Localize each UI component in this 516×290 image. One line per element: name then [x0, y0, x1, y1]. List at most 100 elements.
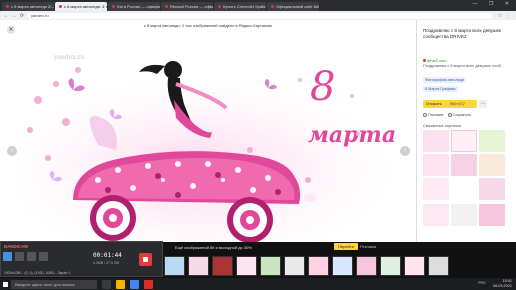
similar-button[interactable]: Похожие — [423, 113, 444, 117]
strip-thumbnail[interactable] — [236, 256, 257, 276]
tab-favicon-icon — [271, 5, 274, 9]
game-mode-icon[interactable] — [27, 252, 36, 261]
strip-thumbnail[interactable] — [428, 256, 449, 276]
browser-tab-strip: с 8 марта автоледи 2 — Я✕с 8 марта автол… — [0, 0, 516, 11]
tab-close-icon[interactable]: ✕ — [314, 2, 317, 11]
related-thumb[interactable] — [479, 204, 505, 226]
language-indicator[interactable]: РУС — [478, 281, 486, 285]
recording-region: 1920x1080 - (0, 0), (1920, 1080) - Экран… — [4, 271, 71, 275]
image-info-panel: Поздравляю с 8 марта всех девушек сообще… — [416, 20, 516, 242]
browser-tab[interactable]: с 8 марта автоледи 2 — Я✕ — [2, 2, 54, 11]
tab-label: с 8 марта автоледи: 2 т — [64, 4, 107, 9]
tab-close-icon[interactable]: ✕ — [49, 2, 52, 11]
related-thumb[interactable] — [423, 178, 449, 200]
strip-thumbnail[interactable] — [260, 256, 281, 276]
stop-record-button[interactable] — [139, 253, 152, 266]
taskbar-search[interactable]: Введите здесь текст для поиска — [11, 279, 97, 289]
more-icon[interactable]: ⋯ — [479, 100, 487, 108]
strip-thumbnail[interactable] — [332, 256, 353, 276]
bandicam-logo: BANDICAM — [4, 243, 28, 249]
tab-close-icon[interactable]: ✕ — [155, 2, 158, 11]
related-thumb[interactable] — [479, 178, 505, 200]
next-image-button[interactable]: › — [400, 146, 410, 156]
tab-favicon-icon — [218, 5, 221, 9]
related-thumb[interactable] — [451, 204, 477, 226]
greeting-artwork: 8 марта — [18, 30, 396, 242]
tab-favicon-icon — [112, 5, 115, 9]
strip-thumbnail[interactable] — [380, 256, 401, 276]
clock[interactable]: 15:01 06.03.2021 — [493, 279, 512, 289]
strip-thumbnail[interactable] — [356, 256, 377, 276]
browser-tab[interactable]: Официальный сайт LADA✕ — [267, 2, 319, 11]
browser-tab[interactable]: с 8 марта автоледи: 2 т ✕ — [55, 2, 107, 11]
related-images-heading: Связанные картинки — [423, 123, 462, 128]
window-controls[interactable]: — ❐ ✕ — [473, 1, 514, 7]
image-title[interactable]: Поздравляю с 8 марта всех девушек сообще… — [423, 28, 511, 39]
size-selector[interactable]: 960×572 — [450, 100, 465, 108]
url-field[interactable]: yandex.ru — [27, 12, 492, 19]
webcam-mode-icon[interactable] — [39, 252, 48, 261]
recording-size: 4,3MB / 27,9 GB — [93, 261, 119, 265]
chrome-icon[interactable] — [130, 279, 139, 289]
browser-tab[interactable]: Renault Россия — официа✕ — [161, 2, 213, 11]
recording-timer: 00:01:44 — [93, 252, 122, 259]
open-button-label: Открыть — [426, 101, 442, 106]
strip-go-button[interactable]: Перейти — [334, 243, 358, 250]
tab-close-icon[interactable]: ✕ — [102, 2, 105, 11]
related-thumb[interactable] — [423, 154, 449, 176]
related-thumb[interactable] — [423, 130, 449, 152]
strip-ad-label: Реклама — [360, 244, 377, 249]
image-description: Поздравляю с 8 марта всех девушек сооб..… — [423, 63, 505, 68]
browser-tab[interactable]: Купить Chevrolet Spark с ✕ — [214, 2, 266, 11]
tab-close-icon[interactable]: ✕ — [208, 2, 211, 11]
save-label: Сохранить — [452, 113, 472, 117]
task-view-icon[interactable] — [102, 279, 111, 289]
related-thumb[interactable] — [451, 154, 477, 176]
tab-label: Официальный сайт LADA — [276, 4, 319, 9]
panel-actions: Похожие Сохранить — [423, 113, 475, 117]
save-button[interactable]: Сохранить — [447, 113, 472, 117]
tab-label: Renault Россия — официа — [170, 4, 213, 9]
bookmark-icon[interactable]: ☆ — [497, 13, 503, 19]
similar-label: Похожие — [428, 113, 444, 117]
reload-icon[interactable]: ⟳ — [19, 13, 25, 19]
fullscreen-mode-icon[interactable] — [15, 252, 24, 261]
strip-thumbnail[interactable] — [284, 256, 305, 276]
related-thumb[interactable] — [451, 130, 477, 152]
related-thumb[interactable] — [479, 130, 505, 152]
page-title: с 8 марта автоледи: 2 тыс изображений на… — [143, 23, 273, 28]
tab-label: с 8 марта автоледи 2 — Я — [11, 4, 54, 9]
similar-icon — [423, 113, 427, 117]
related-thumb[interactable] — [479, 154, 505, 176]
tab-label: Купить Chevrolet Spark с — [223, 4, 266, 9]
strip-thumbnail[interactable] — [164, 256, 185, 276]
tag-march8-graphics[interactable]: 8 Марта Графика — [423, 86, 458, 92]
strip-thumbnail[interactable] — [308, 256, 329, 276]
start-button[interactable] — [0, 278, 10, 290]
tab-favicon-icon — [59, 5, 62, 9]
related-thumb[interactable] — [423, 204, 449, 226]
tag-autolady[interactable]: Фотография автоледи — [423, 77, 467, 83]
prev-image-button[interactable]: ‹ — [7, 146, 17, 156]
taskbar: Введите здесь текст для поиска РУС 15:01… — [0, 278, 516, 290]
address-bar: ← → ⟳ yandex.ru ☆ ⋮ — [0, 11, 516, 20]
explorer-icon[interactable] — [116, 279, 125, 289]
strip-thumbnail[interactable] — [212, 256, 233, 276]
strip-promo-text: Ещё изображений 8К и выходной до 30% — [175, 245, 252, 250]
browser-tab[interactable]: Kia в России — официаль✕ — [108, 2, 160, 11]
bandicam-window: BANDICAM 00:01:44 4,3MB / 27,9 GB 1920x1… — [0, 241, 163, 277]
watermark: yandex.ru — [54, 54, 85, 61]
artwork-numeral: 8 — [310, 64, 335, 110]
close-icon[interactable]: ✕ — [7, 26, 15, 34]
bandicam-mode-buttons — [3, 252, 51, 261]
forward-icon[interactable]: → — [11, 13, 17, 19]
tab-close-icon[interactable]: ✕ — [261, 2, 264, 11]
bandicam-taskbar-icon[interactable] — [144, 279, 153, 289]
menu-icon[interactable]: ⋮ — [505, 13, 511, 19]
strip-thumbnail[interactable] — [188, 256, 209, 276]
back-icon[interactable]: ← — [3, 13, 9, 19]
site-favicon-icon — [423, 59, 426, 62]
strip-thumbnail[interactable] — [404, 256, 425, 276]
screen-mode-icon[interactable] — [3, 252, 12, 261]
related-thumb[interactable] — [451, 178, 477, 200]
